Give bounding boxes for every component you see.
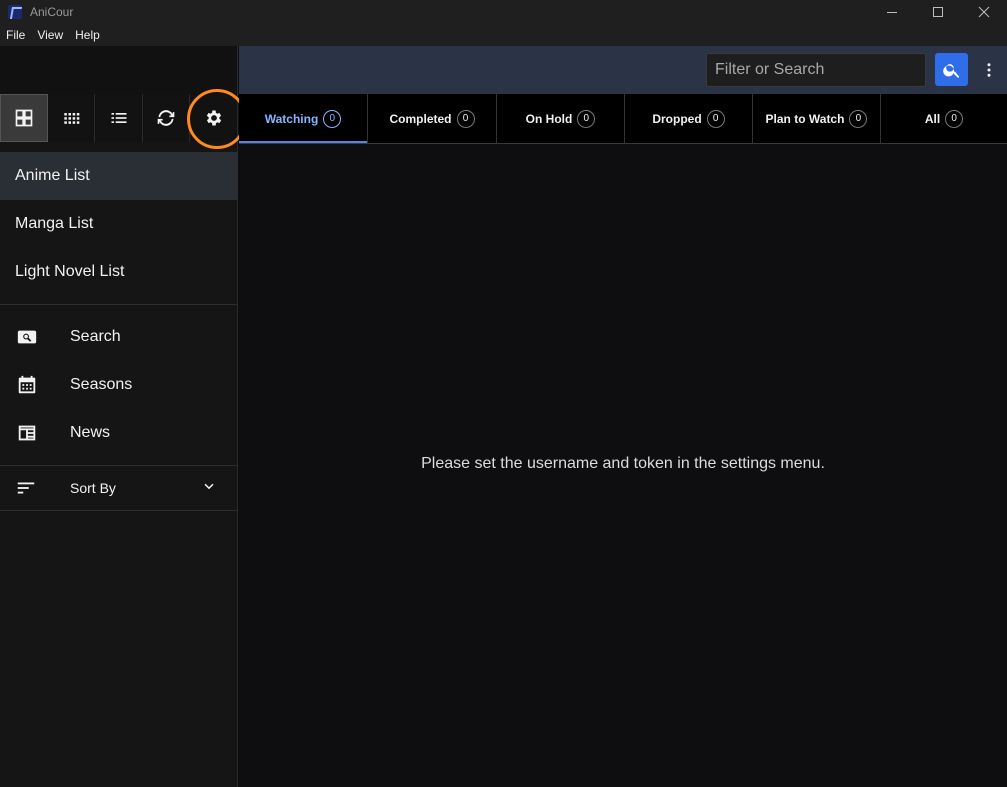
- search-button[interactable]: [935, 53, 968, 86]
- tab-count-badge: 0: [706, 109, 725, 128]
- sidebar-divider: [0, 510, 238, 511]
- maximize-button[interactable]: [915, 0, 961, 24]
- menu-help[interactable]: Help: [75, 28, 100, 42]
- minimize-icon: [887, 12, 897, 13]
- large-grid-view-button[interactable]: [0, 94, 48, 142]
- tab-label: On Hold: [525, 111, 573, 126]
- tab-count-badge: 0: [849, 109, 868, 128]
- maximize-icon: [933, 7, 943, 17]
- window-controls: [869, 0, 1007, 24]
- tab-dropped[interactable]: Dropped 0: [625, 94, 753, 143]
- sidebar-item-anime-list[interactable]: Anime List: [0, 152, 238, 200]
- more-options-button[interactable]: [979, 58, 999, 82]
- tab-label: Dropped: [652, 111, 702, 126]
- minimize-button[interactable]: [869, 0, 915, 24]
- sidebar-item-label: Seasons: [70, 376, 133, 393]
- tab-count-badge: 0: [456, 109, 475, 128]
- sidebar-item-label: Search: [70, 328, 121, 345]
- tab-label: Completed: [389, 111, 452, 126]
- tab-plan-to-watch[interactable]: Plan to Watch 0: [753, 94, 881, 143]
- search-icon: [942, 63, 959, 78]
- sidebar-item-search[interactable]: Search: [0, 313, 238, 361]
- sync-icon: [157, 110, 175, 126]
- tab-count-badge: 0: [945, 109, 964, 128]
- sort-by-dropdown[interactable]: Sort By: [0, 466, 238, 510]
- empty-state-message: Please set the username and token in the…: [421, 455, 825, 472]
- small-grid-icon: [64, 113, 80, 124]
- tab-label: All: [924, 111, 941, 126]
- settings-button[interactable]: [187, 89, 248, 149]
- chevron-down-icon: [200, 478, 218, 499]
- small-grid-view-button[interactable]: [47, 94, 96, 142]
- sidebar-nav: Anime List Manga List Light Novel List S…: [0, 152, 238, 511]
- view-toolbar: [0, 89, 248, 149]
- tab-all[interactable]: All 0: [881, 94, 1007, 143]
- gear-icon: [206, 110, 221, 126]
- more-vertical-icon: [987, 63, 991, 77]
- sidebar-item-label: News: [70, 424, 111, 441]
- menu-view[interactable]: View: [37, 28, 63, 42]
- large-grid-icon: [15, 109, 33, 127]
- sidebar-item-light-novel-list[interactable]: Light Novel List: [0, 248, 238, 296]
- news-icon: [15, 421, 39, 445]
- sidebar-item-seasons[interactable]: Seasons: [0, 361, 238, 409]
- sort-by-label: Sort By: [70, 480, 116, 496]
- status-tabs: Watching 0 Completed 0 On Hold 0 Dropped…: [239, 94, 1007, 144]
- menu-bar: File View Help: [0, 24, 1007, 46]
- search-input[interactable]: [706, 53, 926, 87]
- close-icon: [978, 6, 990, 18]
- menu-file[interactable]: File: [6, 28, 25, 42]
- sidebar: Anime List Manga List Light Novel List S…: [0, 46, 248, 787]
- sidebar-item-manga-list[interactable]: Manga List: [0, 200, 238, 248]
- tab-on-hold[interactable]: On Hold 0: [497, 94, 625, 143]
- sync-button[interactable]: [142, 94, 191, 142]
- main-content: Please set the username and token in the…: [239, 145, 1007, 787]
- tab-completed[interactable]: Completed 0: [368, 94, 497, 143]
- tab-count-badge: 0: [577, 109, 596, 128]
- tab-watching[interactable]: Watching 0: [239, 94, 368, 143]
- tab-label: Watching: [264, 111, 319, 126]
- close-button[interactable]: [961, 0, 1007, 24]
- sidebar-item-news[interactable]: News: [0, 409, 238, 457]
- list-icon: [111, 113, 126, 123]
- sidebar-header: [0, 46, 237, 94]
- calendar-icon: [15, 373, 39, 397]
- title-bar: AniCour: [0, 0, 1007, 24]
- window-title: AniCour: [30, 5, 74, 19]
- app-logo-icon: [8, 5, 22, 19]
- tab-label: Plan to Watch: [765, 111, 845, 126]
- top-header: [239, 46, 1007, 94]
- sort-icon: [15, 477, 39, 499]
- tab-count-badge: 0: [323, 109, 342, 128]
- list-view-button[interactable]: [95, 94, 143, 142]
- search-tool-icon: [15, 325, 39, 349]
